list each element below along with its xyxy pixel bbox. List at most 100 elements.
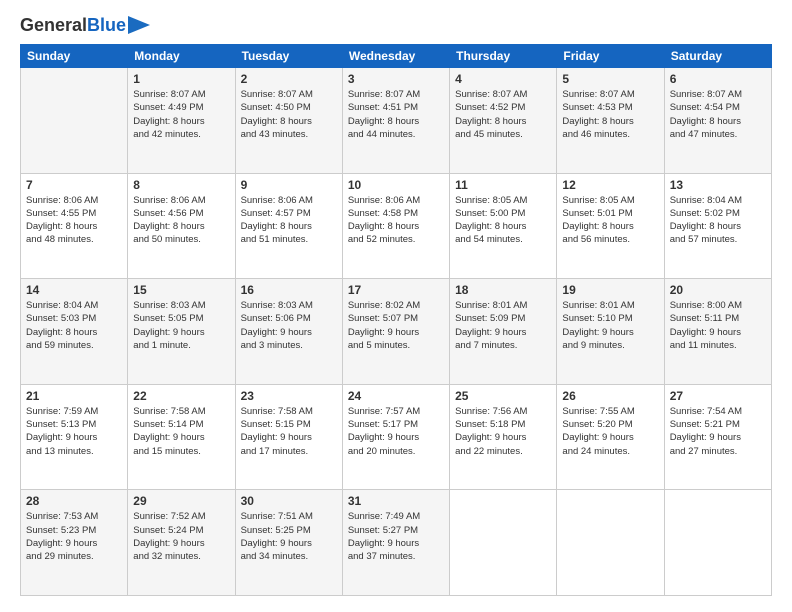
- day-number: 3: [348, 72, 444, 86]
- day-info: Sunrise: 8:01 AM Sunset: 5:09 PM Dayligh…: [455, 299, 551, 352]
- table-cell: [557, 490, 664, 596]
- table-cell: 21Sunrise: 7:59 AM Sunset: 5:13 PM Dayli…: [21, 384, 128, 490]
- day-number: 11: [455, 178, 551, 192]
- day-info: Sunrise: 8:07 AM Sunset: 4:51 PM Dayligh…: [348, 88, 444, 141]
- table-cell: 9 Sunrise: 8:06 AM Sunset: 4:57 PM Daylig…: [235, 173, 342, 279]
- col-wednesday: Wednesday: [342, 45, 449, 68]
- table-cell: 13 Sunrise: 8:04 AM Sunset: 5:02 PM Dayli…: [664, 173, 771, 279]
- table-cell: 15 Sunrise: 8:03 AM Sunset: 5:05 PM Dayli…: [128, 279, 235, 385]
- table-cell: 12Sunrise: 8:05 AM Sunset: 5:01 PM Dayli…: [557, 173, 664, 279]
- calendar-table: Sunday Monday Tuesday Wednesday Thursday…: [20, 44, 772, 596]
- table-cell: 27Sunrise: 7:54 AM Sunset: 5:21 PM Dayli…: [664, 384, 771, 490]
- day-number: 28: [26, 494, 122, 508]
- day-info: Sunrise: 8:03 AM Sunset: 5:05 PM Dayligh…: [133, 299, 229, 352]
- calendar-week-row: 21Sunrise: 7:59 AM Sunset: 5:13 PM Dayli…: [21, 384, 772, 490]
- col-tuesday: Tuesday: [235, 45, 342, 68]
- col-monday: Monday: [128, 45, 235, 68]
- header: GeneralBlue: [20, 16, 772, 34]
- day-number: 14: [26, 283, 122, 297]
- day-number: 31: [348, 494, 444, 508]
- day-number: 25: [455, 389, 551, 403]
- day-info: Sunrise: 8:02 AM Sunset: 5:07 PM Dayligh…: [348, 299, 444, 352]
- col-sunday: Sunday: [21, 45, 128, 68]
- calendar-week-row: 28 Sunrise: 7:53 AM Sunset: 5:23 PM Dayli…: [21, 490, 772, 596]
- table-cell: 25 Sunrise: 7:56 AM Sunset: 5:18 PM Dayli…: [450, 384, 557, 490]
- table-cell: 18 Sunrise: 8:01 AM Sunset: 5:09 PM Dayli…: [450, 279, 557, 385]
- col-saturday: Saturday: [664, 45, 771, 68]
- col-thursday: Thursday: [450, 45, 557, 68]
- table-cell: 7 Sunrise: 8:06 AM Sunset: 4:55 PM Daylig…: [21, 173, 128, 279]
- logo-text: GeneralBlue: [20, 16, 126, 34]
- table-cell: 6 Sunrise: 8:07 AM Sunset: 4:54 PM Daylig…: [664, 68, 771, 174]
- day-number: 16: [241, 283, 337, 297]
- table-cell: 28 Sunrise: 7:53 AM Sunset: 5:23 PM Dayli…: [21, 490, 128, 596]
- day-info: Sunrise: 8:04 AM Sunset: 5:03 PM Dayligh…: [26, 299, 122, 352]
- day-info: Sunrise: 8:07 AM Sunset: 4:50 PM Dayligh…: [241, 88, 337, 141]
- day-info: Sunrise: 8:06 AM Sunset: 4:55 PM Dayligh…: [26, 194, 122, 247]
- table-cell: 19 Sunrise: 8:01 AM Sunset: 5:10 PM Dayli…: [557, 279, 664, 385]
- logo-general: General: [20, 15, 87, 35]
- logo-arrow-icon: [128, 16, 150, 34]
- day-info: Sunrise: 7:53 AM Sunset: 5:23 PM Dayligh…: [26, 510, 122, 563]
- calendar-week-row: 14 Sunrise: 8:04 AM Sunset: 5:03 PM Dayli…: [21, 279, 772, 385]
- day-info: Sunrise: 8:06 AM Sunset: 4:58 PM Dayligh…: [348, 194, 444, 247]
- table-cell: 17 Sunrise: 8:02 AM Sunset: 5:07 PM Dayli…: [342, 279, 449, 385]
- day-number: 29: [133, 494, 229, 508]
- day-number: 4: [455, 72, 551, 86]
- day-info: Sunrise: 7:49 AM Sunset: 5:27 PM Dayligh…: [348, 510, 444, 563]
- day-number: 19: [562, 283, 658, 297]
- day-number: 17: [348, 283, 444, 297]
- day-number: 26: [562, 389, 658, 403]
- day-info: Sunrise: 8:01 AM Sunset: 5:10 PM Dayligh…: [562, 299, 658, 352]
- day-number: 9: [241, 178, 337, 192]
- table-cell: 4 Sunrise: 8:07 AM Sunset: 4:52 PM Daylig…: [450, 68, 557, 174]
- day-info: Sunrise: 8:03 AM Sunset: 5:06 PM Dayligh…: [241, 299, 337, 352]
- day-info: Sunrise: 7:59 AM Sunset: 5:13 PM Dayligh…: [26, 405, 122, 458]
- day-number: 1: [133, 72, 229, 86]
- day-info: Sunrise: 7:52 AM Sunset: 5:24 PM Dayligh…: [133, 510, 229, 563]
- col-friday: Friday: [557, 45, 664, 68]
- calendar-week-row: 7 Sunrise: 8:06 AM Sunset: 4:55 PM Daylig…: [21, 173, 772, 279]
- day-info: Sunrise: 7:56 AM Sunset: 5:18 PM Dayligh…: [455, 405, 551, 458]
- day-number: 7: [26, 178, 122, 192]
- day-number: 23: [241, 389, 337, 403]
- day-info: Sunrise: 8:07 AM Sunset: 4:52 PM Dayligh…: [455, 88, 551, 141]
- day-info: Sunrise: 7:55 AM Sunset: 5:20 PM Dayligh…: [562, 405, 658, 458]
- day-number: 2: [241, 72, 337, 86]
- day-info: Sunrise: 8:00 AM Sunset: 5:11 PM Dayligh…: [670, 299, 766, 352]
- table-cell: 10 Sunrise: 8:06 AM Sunset: 4:58 PM Dayli…: [342, 173, 449, 279]
- table-cell: 8Sunrise: 8:06 AM Sunset: 4:56 PM Daylig…: [128, 173, 235, 279]
- day-number: 27: [670, 389, 766, 403]
- table-cell: 22Sunrise: 7:58 AM Sunset: 5:14 PM Dayli…: [128, 384, 235, 490]
- day-info: Sunrise: 8:07 AM Sunset: 4:53 PM Dayligh…: [562, 88, 658, 141]
- day-info: Sunrise: 7:57 AM Sunset: 5:17 PM Dayligh…: [348, 405, 444, 458]
- day-info: Sunrise: 8:06 AM Sunset: 4:56 PM Dayligh…: [133, 194, 229, 247]
- table-cell: 5 Sunrise: 8:07 AM Sunset: 4:53 PM Daylig…: [557, 68, 664, 174]
- logo: GeneralBlue: [20, 16, 150, 34]
- table-cell: 30 Sunrise: 7:51 AM Sunset: 5:25 PM Dayli…: [235, 490, 342, 596]
- day-number: 6: [670, 72, 766, 86]
- day-number: 24: [348, 389, 444, 403]
- calendar-header-row: Sunday Monday Tuesday Wednesday Thursday…: [21, 45, 772, 68]
- day-number: 13: [670, 178, 766, 192]
- table-cell: [664, 490, 771, 596]
- day-info: Sunrise: 8:07 AM Sunset: 4:54 PM Dayligh…: [670, 88, 766, 141]
- day-info: Sunrise: 8:07 AM Sunset: 4:49 PM Dayligh…: [133, 88, 229, 141]
- day-info: Sunrise: 8:06 AM Sunset: 4:57 PM Dayligh…: [241, 194, 337, 247]
- table-cell: 29 Sunrise: 7:52 AM Sunset: 5:24 PM Dayli…: [128, 490, 235, 596]
- day-number: 15: [133, 283, 229, 297]
- day-number: 30: [241, 494, 337, 508]
- day-info: Sunrise: 7:51 AM Sunset: 5:25 PM Dayligh…: [241, 510, 337, 563]
- table-cell: 26 Sunrise: 7:55 AM Sunset: 5:20 PM Dayli…: [557, 384, 664, 490]
- day-number: 18: [455, 283, 551, 297]
- day-info: Sunrise: 7:58 AM Sunset: 5:14 PM Dayligh…: [133, 405, 229, 458]
- day-number: 5: [562, 72, 658, 86]
- day-info: Sunrise: 7:58 AM Sunset: 5:15 PM Dayligh…: [241, 405, 337, 458]
- page: GeneralBlue Sunday Monday Tuesday Wednes…: [0, 0, 792, 612]
- day-info: Sunrise: 8:05 AM Sunset: 5:00 PM Dayligh…: [455, 194, 551, 247]
- table-cell: 16 Sunrise: 8:03 AM Sunset: 5:06 PM Dayli…: [235, 279, 342, 385]
- day-number: 10: [348, 178, 444, 192]
- day-info: Sunrise: 8:04 AM Sunset: 5:02 PM Dayligh…: [670, 194, 766, 247]
- calendar-week-row: 1 Sunrise: 8:07 AM Sunset: 4:49 PM Daylig…: [21, 68, 772, 174]
- table-cell: 1 Sunrise: 8:07 AM Sunset: 4:49 PM Daylig…: [128, 68, 235, 174]
